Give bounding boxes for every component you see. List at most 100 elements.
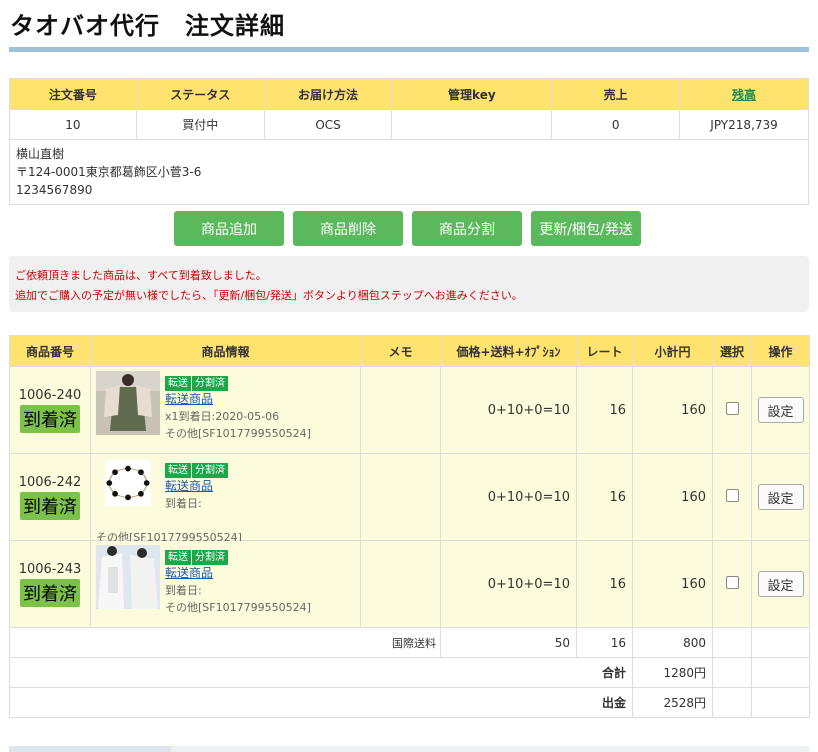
balance-link[interactable]: 残高 bbox=[732, 88, 756, 102]
product-info-cell: 転送 分割済 転送商品 x1到着日:2020-05-06 その他[SF101779… bbox=[90, 366, 361, 454]
table-row: 1006-242 到着済 転送 分割済 転送商品 到着日: その他[SF10177… bbox=[9, 453, 810, 544]
empty-cell bbox=[751, 657, 810, 688]
price-cell: 0+10+0=10 bbox=[440, 540, 577, 628]
subtotal-header: 小計円 bbox=[632, 335, 713, 367]
select-checkbox[interactable] bbox=[725, 489, 739, 502]
product-number-header: 商品番号 bbox=[9, 335, 91, 367]
memo-header: メモ bbox=[360, 335, 441, 367]
subtotal-cell: 160 bbox=[632, 366, 713, 454]
empty-cell bbox=[751, 687, 810, 718]
empty-cell bbox=[751, 627, 810, 658]
shipping-rate: 16 bbox=[576, 627, 633, 658]
table-row: 1006-240 到着済 転送 分割済 転送商品 x1到着日:2020-05-06… bbox=[9, 366, 810, 454]
product-id: 1006-243 bbox=[18, 561, 82, 577]
price-cell: 0+10+0=10 bbox=[440, 453, 577, 541]
transfer-product-link[interactable]: 転送商品 bbox=[165, 479, 213, 493]
shipping-value: 50 bbox=[440, 627, 577, 658]
items-table: 商品番号 商品情報 メモ 価格+送料+ｵﾌﾟｼｮﾝ レート 小計円 選択 操作 … bbox=[9, 335, 810, 718]
split-item-button[interactable]: 商品分割 bbox=[412, 211, 522, 246]
operation-cell: 設定 bbox=[751, 366, 810, 454]
shipping-label: 国際送料 bbox=[9, 627, 441, 658]
price-cell: 0+10+0=10 bbox=[440, 366, 577, 454]
select-checkbox[interactable] bbox=[725, 576, 739, 589]
arrival-date: 到着日: bbox=[165, 584, 202, 597]
product-id-cell: 1006-240 到着済 bbox=[9, 366, 91, 454]
select-header: 選択 bbox=[712, 335, 752, 367]
split-tag: 分割済 bbox=[192, 550, 228, 565]
settings-button[interactable]: 設定 bbox=[757, 571, 804, 597]
memo-cell bbox=[360, 540, 441, 628]
sales-header: 売上 bbox=[551, 78, 681, 110]
arrived-badge: 到着済 bbox=[20, 578, 80, 607]
product-info-cell: 転送 分割済 転送商品 到着日: その他[SF1017799550524] bbox=[90, 540, 361, 628]
transfer-tag: 転送 bbox=[165, 463, 191, 478]
split-tag: 分割済 bbox=[192, 376, 228, 391]
operation-header: 操作 bbox=[751, 335, 810, 367]
product-id: 1006-240 bbox=[18, 387, 82, 403]
items-header-row: 商品番号 商品情報 メモ 価格+送料+ｵﾌﾟｼｮﾝ レート 小計円 選択 操作 bbox=[9, 335, 810, 367]
payment-row: 出金 2528円 bbox=[9, 687, 810, 718]
table-row: 1006-243 到着済 転送 分割済 転送商品 到着日: その他[SF10177… bbox=[9, 540, 810, 628]
product-id: 1006-242 bbox=[18, 474, 82, 490]
empty-cell bbox=[712, 627, 752, 658]
update-pack-ship-button[interactable]: 更新/梱包/発送 bbox=[531, 211, 641, 246]
recipient-phone: 1234567890 bbox=[16, 183, 93, 197]
product-id-cell: 1006-242 到着済 bbox=[9, 453, 91, 541]
order-number: 10 bbox=[9, 109, 137, 140]
product-details: 転送 分割済 転送商品 x1到着日:2020-05-06 その他[SF101779… bbox=[165, 374, 311, 442]
select-cell bbox=[712, 453, 752, 541]
delivery-method-header: お届け方法 bbox=[263, 78, 393, 110]
add-item-button[interactable]: 商品追加 bbox=[174, 211, 284, 246]
footer-tab-strip bbox=[9, 746, 809, 752]
order-number-header: 注文番号 bbox=[9, 78, 137, 110]
settings-button[interactable]: 設定 bbox=[757, 484, 804, 510]
recipient-name: 横山直樹 bbox=[16, 147, 65, 161]
arrival-notice: ご依頼頂きました商品は、すべて到着致しました。 追加でご購入の予定が無い様でした… bbox=[9, 256, 809, 312]
transfer-product-link[interactable]: 転送商品 bbox=[165, 566, 213, 580]
admin-key bbox=[391, 109, 553, 140]
notice-line-1: ご依頼頂きました商品は、すべて到着致しました。 bbox=[15, 269, 267, 282]
tracking-number: その他[SF1017799550524] bbox=[165, 427, 311, 440]
product-thumbnail[interactable] bbox=[96, 545, 160, 609]
select-checkbox[interactable] bbox=[725, 402, 739, 415]
arrived-badge: 到着済 bbox=[20, 404, 80, 433]
payment-value: 2528円 bbox=[632, 687, 713, 718]
split-tag: 分割済 bbox=[192, 463, 228, 478]
memo-cell bbox=[360, 453, 441, 541]
order-values-row: 10 買付中 OCS 0 JPY218,739 bbox=[9, 109, 809, 140]
product-id-cell: 1006-243 到着済 bbox=[9, 540, 91, 628]
delete-item-button[interactable]: 商品削除 bbox=[293, 211, 403, 246]
price-header: 価格+送料+ｵﾌﾟｼｮﾝ bbox=[440, 335, 577, 367]
notice-line-2: 追加でご購入の予定が無い様でしたら、「更新/梱包/発送」ボタンより梱包ステップへ… bbox=[15, 289, 523, 302]
transfer-tag: 転送 bbox=[165, 376, 191, 391]
transfer-tag: 転送 bbox=[165, 550, 191, 565]
memo-cell bbox=[360, 366, 441, 454]
subtotal-cell: 160 bbox=[632, 540, 713, 628]
delivery-method: OCS bbox=[263, 109, 393, 140]
total-label: 合計 bbox=[9, 657, 633, 688]
order-summary-table: 注文番号 ステータス お届け方法 管理key 売上 残高 10 買付中 OCS … bbox=[9, 78, 809, 205]
product-info-header: 商品情報 bbox=[90, 335, 361, 367]
product-thumbnail[interactable] bbox=[96, 371, 160, 435]
product-thumbnail[interactable] bbox=[96, 460, 160, 506]
shipping-subtotal: 800 bbox=[632, 627, 713, 658]
settings-button[interactable]: 設定 bbox=[757, 397, 804, 423]
action-buttons: 商品追加 商品削除 商品分割 更新/梱包/発送 bbox=[174, 211, 641, 246]
balance-header: 残高 bbox=[679, 78, 809, 110]
title-divider bbox=[9, 47, 809, 52]
arrival-date: 到着日: bbox=[165, 497, 202, 510]
total-row: 合計 1280円 bbox=[9, 657, 810, 688]
transfer-product-link[interactable]: 転送商品 bbox=[165, 392, 213, 406]
status-header: ステータス bbox=[135, 78, 265, 110]
admin-key-header: 管理key bbox=[391, 78, 553, 110]
recipient-address-block: 横山直樹 〒124-0001東京都葛飾区小菅3-6 1234567890 bbox=[9, 139, 809, 205]
rate-header: レート bbox=[576, 335, 633, 367]
product-details: 転送 分割済 転送商品 到着日: bbox=[165, 461, 229, 512]
operation-cell: 設定 bbox=[751, 453, 810, 541]
shipping-row: 国際送料 50 16 800 bbox=[9, 627, 810, 658]
footer-tab[interactable] bbox=[9, 746, 171, 752]
page-title: タオバオ代行 注文詳細 bbox=[10, 12, 285, 40]
arrival-date: x1到着日:2020-05-06 bbox=[165, 410, 280, 423]
product-details: 転送 分割済 転送商品 到着日: その他[SF1017799550524] bbox=[165, 548, 311, 616]
empty-cell bbox=[712, 687, 752, 718]
